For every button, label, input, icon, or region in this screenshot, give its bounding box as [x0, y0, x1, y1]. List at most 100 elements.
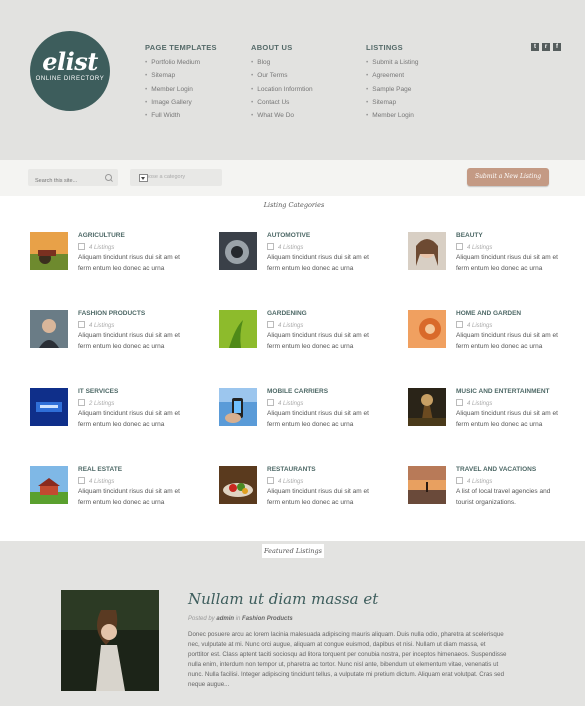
category-count: 4 Listings: [456, 477, 492, 485]
category-thumbnail[interactable]: [219, 310, 257, 348]
category-count: 2 Listings: [78, 399, 114, 407]
meta-in: in: [235, 616, 241, 622]
site-header: elist ONLINE DIRECTORY PAGE TEMPLATES Po…: [0, 0, 585, 160]
category-description: Aliquam tincidunt risus dui sit am et fe…: [267, 332, 369, 350]
category-title[interactable]: IT SERVICES: [78, 388, 118, 395]
nav-link[interactable]: Sitemap: [145, 69, 217, 82]
category-description: Aliquam tincidunt risus dui sit am et fe…: [267, 410, 369, 428]
category-description: Aliquam tincidunt risus dui sit am et fe…: [456, 410, 558, 428]
category-title[interactable]: MUSIC AND ENTERTAINMENT: [456, 388, 550, 395]
category-count: 4 Listings: [456, 399, 492, 407]
logo-title: elist: [42, 47, 98, 76]
category-thumbnail[interactable]: [408, 466, 446, 504]
category-card[interactable]: MOBILE CARRIERS 4 Listings Aliquam tinci…: [219, 388, 369, 443]
nav-column-page-templates: PAGE TEMPLATES Portfolio Medium Sitemap …: [145, 43, 217, 122]
category-title[interactable]: AGRICULTURE: [78, 232, 125, 239]
category-thumbnail[interactable]: [30, 466, 68, 504]
category-title[interactable]: GARDENING: [267, 310, 307, 317]
nav-heading[interactable]: ABOUT US: [251, 43, 313, 52]
featured-meta: Posted by admin in Fashion Products: [188, 616, 293, 622]
category-description: Aliquam tincidunt risus dui sit am et fe…: [78, 254, 180, 272]
twitter-icon[interactable]: t: [531, 43, 539, 51]
site-logo[interactable]: elist ONLINE DIRECTORY: [30, 31, 110, 111]
category-thumbnail[interactable]: [408, 310, 446, 348]
nav-link[interactable]: Blog: [251, 56, 313, 69]
category-thumbnail[interactable]: [30, 310, 68, 348]
category-title[interactable]: FASHION PRODUCTS: [78, 310, 145, 317]
category-title[interactable]: MOBILE CARRIERS: [267, 388, 328, 395]
category-card[interactable]: RESTAURANTS 4 Listings Aliquam tincidunt…: [219, 466, 369, 521]
nav-link[interactable]: Image Gallery: [145, 96, 217, 109]
nav-link[interactable]: Agreement: [366, 69, 419, 82]
category-title[interactable]: RESTAURANTS: [267, 466, 316, 473]
category-link[interactable]: Fashion Products: [242, 616, 293, 622]
featured-excerpt: Donec posuere arcu ac lorem lacinia male…: [188, 631, 507, 688]
category-card[interactable]: REAL ESTATE 4 Listings Aliquam tincidunt…: [30, 466, 180, 521]
category-description: Aliquam tincidunt risus dui sit am et fe…: [78, 410, 180, 428]
nav-link[interactable]: Location Informtion: [251, 83, 312, 96]
nav-link[interactable]: Sitemap: [366, 96, 419, 109]
category-description: Aliquam tincidunt risus dui sit am et fe…: [267, 254, 369, 272]
category-card[interactable]: AUTOMOTIVE 4 Listings Aliquam tincidunt …: [219, 232, 369, 287]
nav-link[interactable]: Our Terms: [251, 69, 313, 82]
featured-heading: Featured Listings: [262, 544, 324, 558]
search-toolbar: Choose a category Submit a New Listing: [0, 160, 585, 197]
category-count: 4 Listings: [456, 321, 492, 329]
category-thumbnail[interactable]: [219, 466, 257, 504]
category-thumbnail[interactable]: [30, 388, 68, 426]
nav-column-about-us: ABOUT US Blog Our Terms Location Informt…: [251, 43, 313, 122]
category-count: 4 Listings: [267, 243, 303, 251]
category-thumbnail[interactable]: [219, 388, 257, 426]
category-thumbnail[interactable]: [30, 232, 68, 270]
author-link[interactable]: admin: [216, 616, 234, 622]
category-thumbnail[interactable]: [408, 388, 446, 426]
category-card[interactable]: HOME AND GARDEN 4 Listings Aliquam tinci…: [408, 310, 558, 365]
category-card[interactable]: TRAVEL AND VACATIONS 4 Listings A list o…: [408, 466, 558, 521]
category-title[interactable]: BEAUTY: [456, 232, 483, 239]
chevron-down-icon[interactable]: [139, 174, 148, 182]
category-thumbnail[interactable]: [408, 232, 446, 270]
category-description: Aliquam tincidunt risus dui sit am et fe…: [456, 254, 558, 272]
category-title[interactable]: HOME AND GARDEN: [456, 310, 521, 317]
nav-heading[interactable]: PAGE TEMPLATES: [145, 43, 217, 52]
featured-image[interactable]: [61, 590, 159, 691]
featured-title[interactable]: Nullam ut diam massa et: [188, 590, 378, 608]
category-title[interactable]: REAL ESTATE: [78, 466, 122, 473]
category-card[interactable]: GARDENING 4 Listings Aliquam tincidunt r…: [219, 310, 369, 365]
category-count: 4 Listings: [78, 321, 114, 329]
category-card[interactable]: BEAUTY 4 Listings Aliquam tincidunt risu…: [408, 232, 558, 287]
submit-listing-button[interactable]: Submit a New Listing: [467, 168, 549, 186]
nav-link[interactable]: Full Width: [145, 109, 217, 122]
category-count: 4 Listings: [267, 321, 303, 329]
category-select[interactable]: Choose a category: [130, 169, 222, 186]
nav-link[interactable]: Portfolio Medium: [145, 56, 217, 69]
category-description: Aliquam tincidunt risus dui sit am et fe…: [456, 332, 558, 350]
category-card[interactable]: IT SERVICES 2 Listings Aliquam tincidunt…: [30, 388, 180, 443]
rss-icon[interactable]: r: [542, 43, 550, 51]
featured-listings-section: Featured Listings Nullam ut diam massa e…: [0, 541, 585, 706]
categories-section: Listing Categories AGRICULTURE 4 Listing…: [0, 196, 585, 541]
category-thumbnail[interactable]: [219, 232, 257, 270]
category-card[interactable]: AGRICULTURE 4 Listings Aliquam tincidunt…: [30, 232, 180, 287]
nav-link[interactable]: Member Login: [145, 83, 217, 96]
facebook-icon[interactable]: f: [553, 43, 561, 51]
nav-link[interactable]: Submit a Listing: [366, 56, 418, 69]
nav-link[interactable]: Sample Page: [366, 83, 419, 96]
logo-subtitle: ONLINE DIRECTORY: [35, 76, 105, 82]
social-links: t r f: [531, 43, 561, 51]
category-count: 4 Listings: [78, 243, 114, 251]
nav-heading[interactable]: LISTINGS: [366, 43, 419, 52]
category-count: 4 Listings: [267, 477, 303, 485]
category-description: A list of local travel agencies and tour…: [456, 488, 551, 506]
search-icon[interactable]: [105, 174, 112, 181]
category-title[interactable]: TRAVEL AND VACATIONS: [456, 466, 536, 473]
category-card[interactable]: FASHION PRODUCTS 4 Listings Aliquam tinc…: [30, 310, 180, 365]
nav-link[interactable]: Member Login: [366, 109, 419, 122]
nav-link[interactable]: What We Do: [251, 109, 313, 122]
category-title[interactable]: AUTOMOTIVE: [267, 232, 310, 239]
search-input[interactable]: [35, 178, 105, 184]
category-description: Aliquam tincidunt risus dui sit am et fe…: [267, 488, 369, 506]
category-description: Aliquam tincidunt risus dui sit am et fe…: [78, 488, 180, 506]
category-card[interactable]: MUSIC AND ENTERTAINMENT 4 Listings Aliqu…: [408, 388, 558, 443]
nav-link[interactable]: Contact Us: [251, 96, 313, 109]
